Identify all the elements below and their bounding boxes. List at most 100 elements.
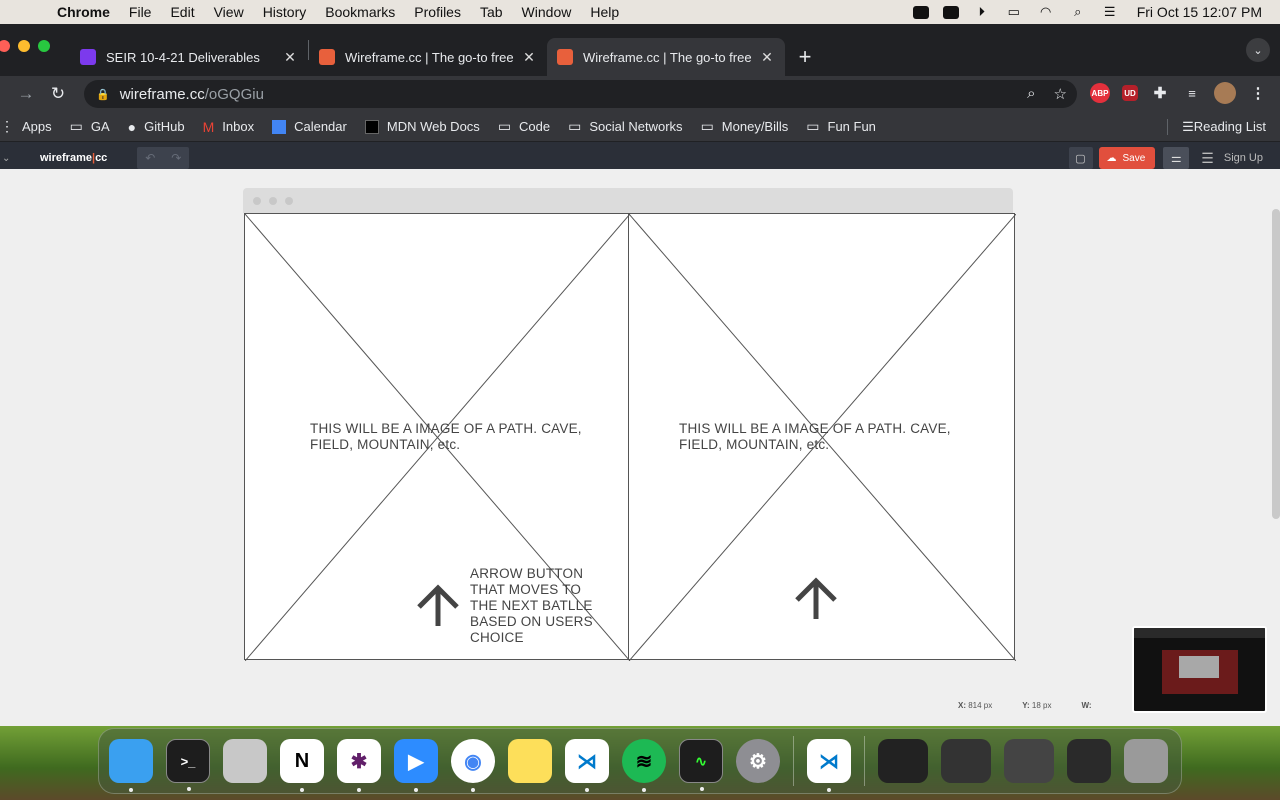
zoom-magnifier-icon[interactable]: ⌕	[1027, 85, 1035, 103]
vscode-icon[interactable]: ⋊	[565, 739, 609, 792]
bookmark-social[interactable]: ▭ Social Networks	[568, 118, 682, 135]
battery-icon[interactable]: ▭	[1005, 4, 1023, 19]
launchpad-icon[interactable]	[223, 739, 267, 783]
browser-toolbar: → ↻ 🔒 wireframe.cc/oGQGiu ⌕ ☆ ABP UD ✚ ≡…	[0, 76, 1280, 112]
arrow-annotation-text[interactable]: ARROW BUTTON THAT MOVES TO THE NEXT BATL…	[470, 566, 600, 646]
extensions-puzzle-icon[interactable]: ✚	[1150, 83, 1170, 103]
comment-icon[interactable]: ▢	[1068, 147, 1093, 169]
redo-icon[interactable]: ↷	[163, 147, 189, 169]
slack-window-thumbnail[interactable]	[941, 739, 991, 783]
bookmark-apps[interactable]: ⋮ Apps	[0, 118, 52, 135]
new-tab-button[interactable]: +	[791, 43, 819, 71]
menu-help[interactable]: Help	[590, 4, 619, 20]
menu-edit[interactable]: Edit	[170, 4, 194, 20]
menu-profiles[interactable]: Profiles	[414, 4, 461, 20]
vscode-recent-icon[interactable]: ⋊	[807, 739, 851, 792]
adblock-plus-icon[interactable]: ABP	[1090, 83, 1110, 103]
bookmark-label: Social Networks	[589, 119, 683, 134]
hamburger-menu-icon[interactable]: ☰	[1201, 150, 1214, 167]
folder-icon: ▭	[568, 118, 582, 134]
tab-close-icon[interactable]: ✕	[521, 49, 537, 66]
zoom-icon[interactable]: ▶	[394, 739, 438, 792]
bookmark-mdn[interactable]: MDN Web Docs	[364, 119, 480, 134]
menubar-app-name[interactable]: Chrome	[57, 4, 110, 20]
screenshot-thumbnail[interactable]	[1132, 626, 1267, 713]
chrome-icon[interactable]: ◉	[451, 739, 495, 792]
tab-wireframe-2-active[interactable]: Wireframe.cc | The go-to free, ✕	[547, 38, 785, 76]
up-arrow-icon[interactable]	[794, 577, 838, 621]
canvas-scrollbar[interactable]	[1272, 209, 1280, 519]
image-placeholder-right[interactable]: THIS WILL BE A IMAGE OF A PATH. CAVE, FI…	[628, 213, 1016, 661]
terminal-icon[interactable]: >_	[166, 739, 210, 791]
bookmark-ga[interactable]: ▭ GA	[70, 118, 110, 135]
address-bar[interactable]: 🔒 wireframe.cc/oGQGiu ⌕ ☆	[84, 80, 1077, 108]
bookmark-calendar[interactable]: Calendar	[272, 119, 347, 134]
coord-y: Y: 18 px	[1022, 700, 1052, 710]
bookmark-label: Calendar	[294, 119, 347, 134]
bookmark-star-icon[interactable]: ☆	[1054, 85, 1067, 103]
right-panel-text[interactable]: THIS WILL BE A IMAGE OF A PATH. CAVE, FI…	[679, 421, 959, 453]
notion-window-thumbnail[interactable]	[1004, 739, 1054, 783]
trash-icon[interactable]	[1124, 739, 1168, 783]
frame-title-bar	[243, 188, 1013, 213]
undo-icon[interactable]: ↶	[137, 147, 163, 169]
spotify-window-thumbnail[interactable]	[878, 739, 928, 783]
up-arrow-icon[interactable]	[416, 584, 460, 628]
notion-icon[interactable]: N	[280, 739, 324, 792]
menubar-clock[interactable]: Fri Oct 15 12:07 PM	[1137, 4, 1262, 20]
reading-list-button[interactable]: ☰ Reading List	[1167, 118, 1266, 135]
screen: Chrome File Edit View History Bookmarks …	[0, 0, 1280, 800]
play-icon[interactable]: ⏵	[973, 4, 991, 19]
zoom-menubar-icon[interactable]	[912, 5, 929, 19]
zoom-window-button[interactable]	[38, 40, 50, 52]
bookmark-code[interactable]: ▭ Code	[498, 118, 550, 135]
save-button[interactable]: ☁ Save	[1098, 147, 1156, 169]
lock-icon[interactable]: 🔒	[96, 88, 110, 101]
notes-window-thumbnail[interactable]	[1067, 739, 1111, 783]
minimize-window-button[interactable]	[18, 40, 30, 52]
spotify-icon[interactable]: ≋	[622, 739, 666, 792]
menu-view[interactable]: View	[214, 4, 244, 20]
chrome-menu-icon[interactable]: ⋮	[1248, 83, 1268, 103]
finder-icon[interactable]	[109, 739, 153, 792]
settings-sliders-icon[interactable]: ⚌	[1163, 147, 1190, 169]
notes-icon[interactable]	[508, 739, 552, 783]
bookmark-inbox[interactable]: M Inbox	[203, 119, 254, 135]
menu-window[interactable]: Window	[522, 4, 572, 20]
image-placeholder-left[interactable]: THIS WILL BE A IMAGE OF A PATH. CAVE, FI…	[244, 213, 630, 661]
sign-up-link[interactable]: Sign Up	[1224, 152, 1263, 164]
control-center-icon[interactable]: ☰	[1101, 4, 1119, 19]
bookmark-fun[interactable]: ▭ Fun Fun	[806, 118, 876, 135]
system-preferences-icon[interactable]: ⚙	[736, 739, 780, 783]
forward-arrow-icon[interactable]: →	[12, 80, 40, 108]
screen-menubar-icon[interactable]	[942, 5, 959, 19]
undo-redo-group: ↶ ↷	[137, 147, 190, 169]
wifi-icon[interactable]: ◠	[1037, 4, 1055, 19]
menu-history[interactable]: History	[263, 4, 307, 20]
tab-close-icon[interactable]: ✕	[282, 49, 298, 66]
bookmark-money[interactable]: ▭ Money/Bills	[701, 118, 789, 135]
browser-frame-mockup[interactable]: THIS WILL BE A IMAGE OF A PATH. CAVE, FI…	[243, 188, 1016, 661]
tab-seir-deliverables[interactable]: SEIR 10-4-21 Deliverables ✕	[70, 38, 308, 76]
spotlight-search-icon[interactable]: ⌕	[1069, 4, 1087, 19]
menu-tab[interactable]: Tab	[480, 4, 503, 20]
wireframe-logo[interactable]: wireframe|cc	[40, 152, 107, 164]
activity-monitor-icon[interactable]: ∿	[679, 739, 723, 791]
tab-strip: SEIR 10-4-21 Deliverables ✕ Wireframe.cc…	[0, 24, 1280, 76]
wireframe-canvas[interactable]: THIS WILL BE A IMAGE OF A PATH. CAVE, FI…	[0, 169, 1280, 726]
ud-extension-icon[interactable]: UD	[1122, 85, 1138, 101]
tab-close-icon[interactable]: ✕	[759, 49, 775, 66]
page-dropdown-chevron-icon[interactable]: ⌄	[2, 153, 18, 164]
tab-search-chevron-icon[interactable]: ⌄	[1246, 38, 1270, 62]
left-panel-text[interactable]: THIS WILL BE A IMAGE OF A PATH. CAVE, FI…	[310, 421, 590, 453]
menu-bookmarks[interactable]: Bookmarks	[325, 4, 395, 20]
profile-avatar[interactable]	[1214, 82, 1236, 104]
bookmark-github[interactable]: ● GitHub	[128, 119, 185, 135]
reload-icon[interactable]: ↻	[44, 80, 72, 108]
menu-file[interactable]: File	[129, 4, 152, 20]
tab-wireframe-1[interactable]: Wireframe.cc | The go-to free, ✕	[309, 38, 547, 76]
close-window-button[interactable]	[0, 40, 10, 52]
bookmark-label: Apps	[22, 119, 52, 134]
media-queue-icon[interactable]: ≡	[1182, 83, 1202, 103]
slack-icon[interactable]: ✱	[337, 739, 381, 792]
